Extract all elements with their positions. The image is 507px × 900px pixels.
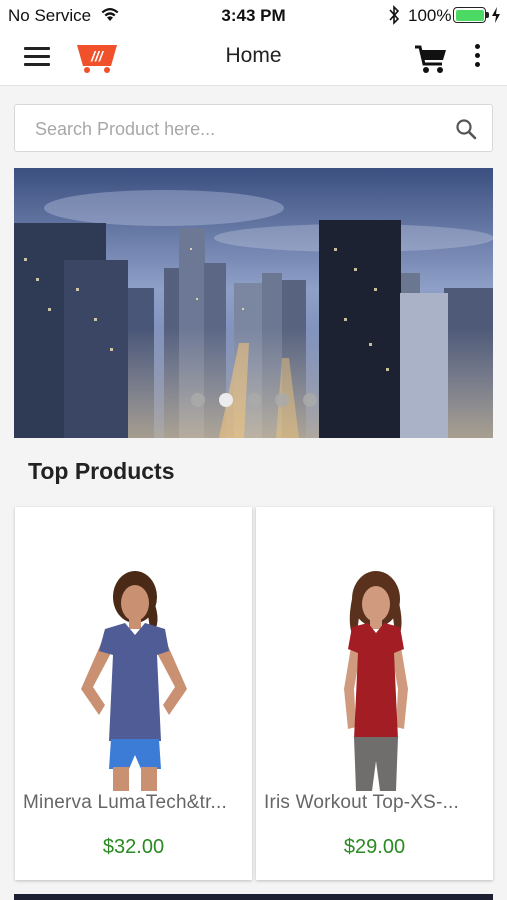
product-card[interactable]: Minerva LumaTech&tr... $32.00 [15, 507, 252, 880]
cart-icon[interactable] [414, 44, 448, 74]
section-title: Top Products [28, 458, 175, 484]
carousel-dot[interactable] [190, 393, 205, 407]
charging-icon [492, 7, 500, 23]
battery-percent: 100% [408, 6, 452, 25]
logo-cart-icon[interactable]: /// [74, 42, 120, 74]
svg-text:///: /// [90, 48, 105, 64]
battery-icon [453, 7, 486, 23]
more-vertical-icon[interactable] [468, 44, 486, 72]
menu-icon[interactable] [24, 47, 50, 69]
search-icon[interactable] [455, 118, 477, 140]
product-name: Iris Workout Top-XS-... [264, 792, 460, 813]
product-name: Minerva LumaTech&tr... [23, 792, 227, 813]
product-price: $29.00 [343, 836, 406, 858]
carousel-dot[interactable] [302, 393, 317, 407]
carousel-dot[interactable] [246, 393, 261, 407]
product-image [81, 571, 187, 791]
app-header: /// Home [0, 30, 507, 86]
product-price: $32.00 [102, 836, 165, 858]
product-card[interactable]: Iris Workout Top-XS-... $29.00 [256, 507, 493, 880]
search-bar [14, 104, 493, 152]
carousel-dot-active[interactable] [218, 393, 233, 407]
carousel-dot[interactable] [274, 393, 289, 407]
product-image [344, 571, 408, 791]
status-bar: No Service 3:43 PM 100% [0, 0, 507, 30]
next-section-edge [14, 894, 493, 900]
bluetooth-icon [389, 5, 400, 25]
carousel-indicators [14, 393, 493, 407]
search-input[interactable] [35, 117, 435, 141]
banner-carousel[interactable] [14, 168, 493, 438]
